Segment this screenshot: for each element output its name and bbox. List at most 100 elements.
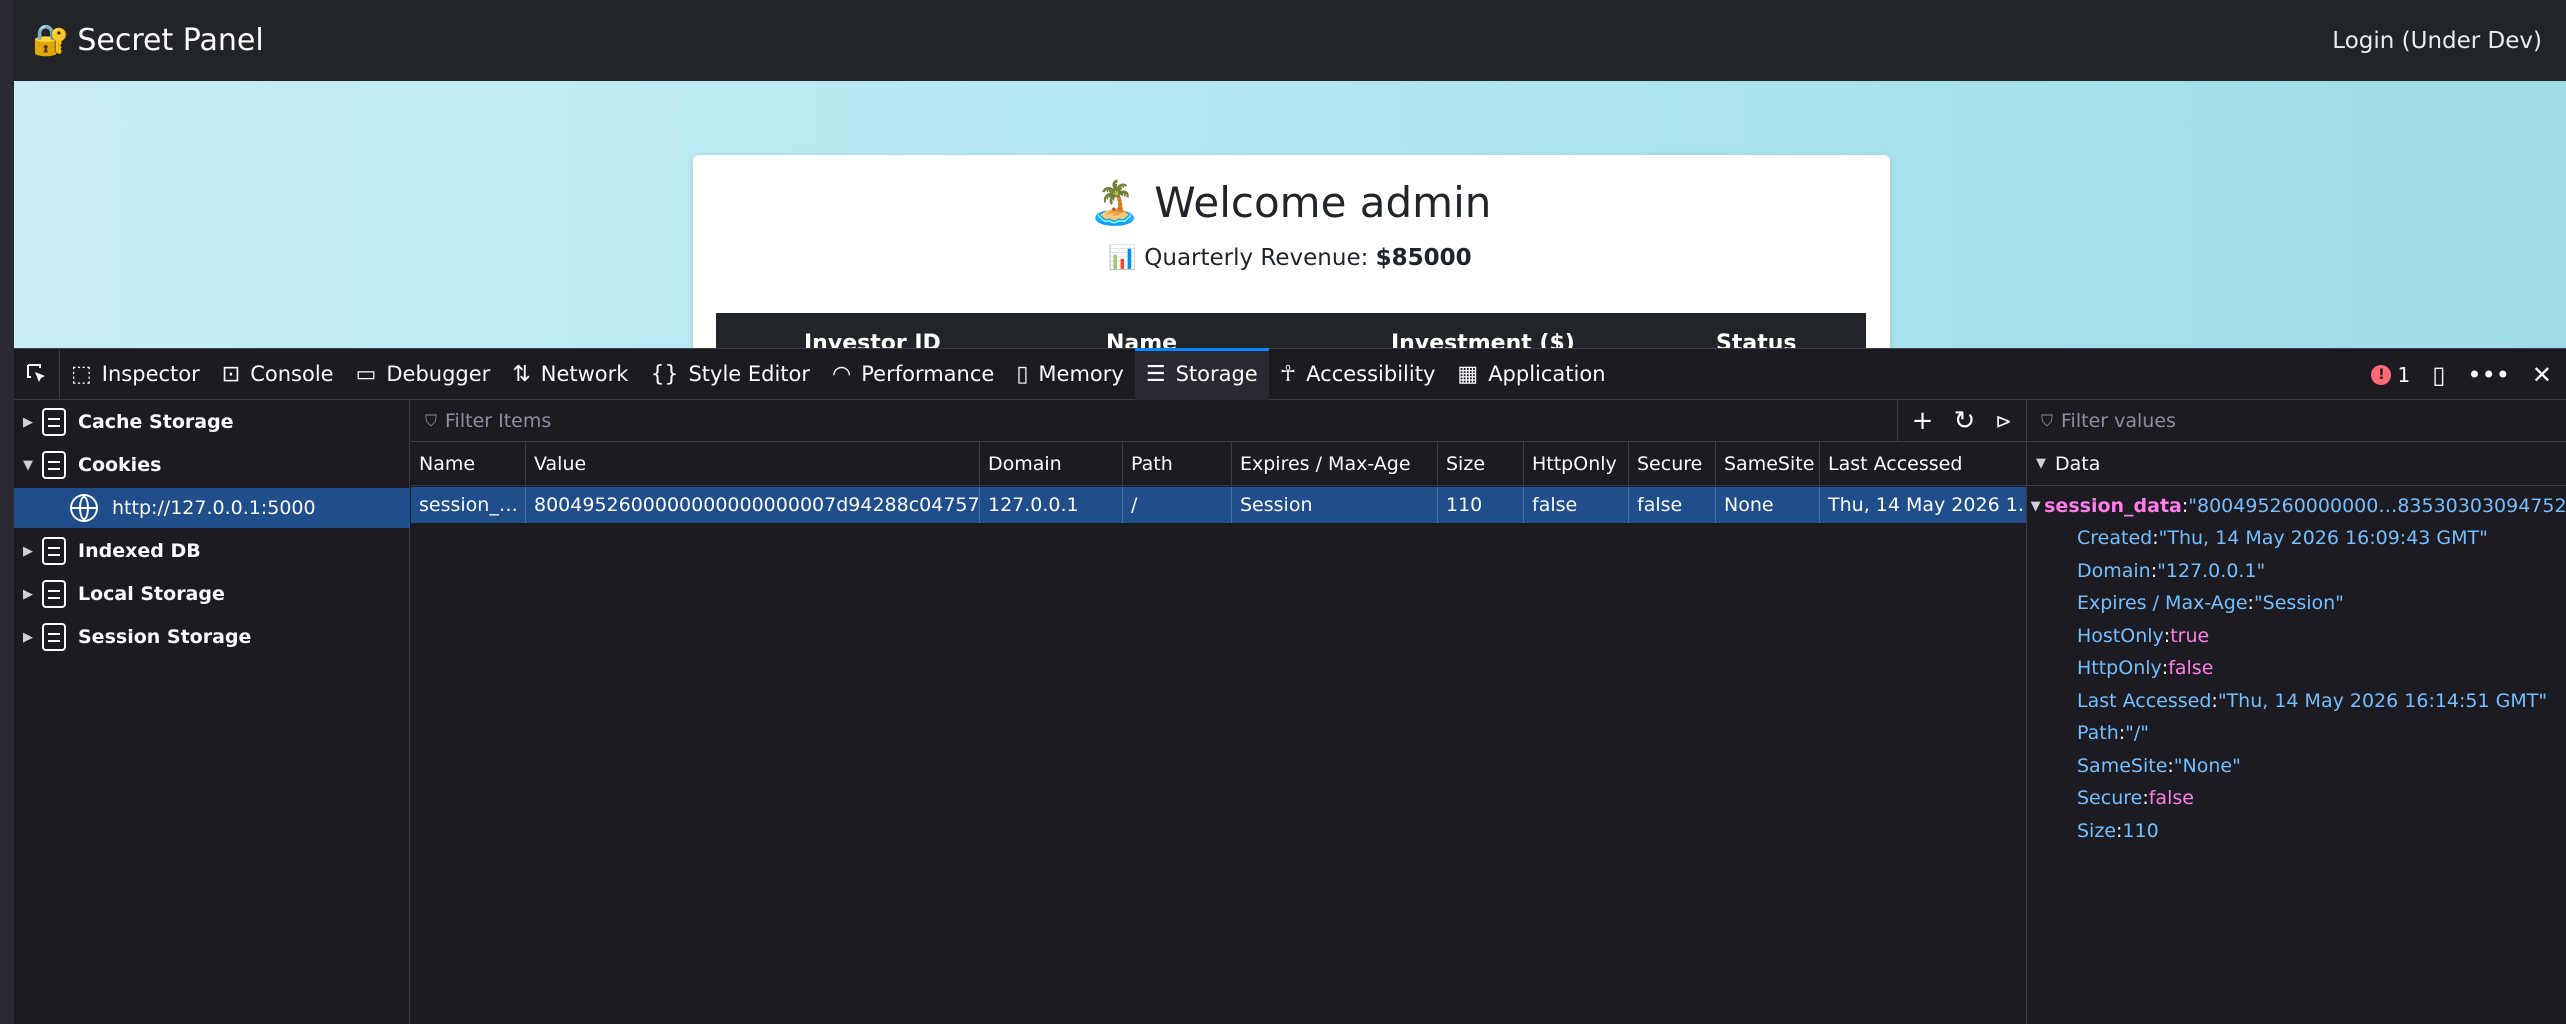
- collapse-arrow-icon[interactable]: ▼: [2027, 456, 2055, 471]
- property-value: "None": [2173, 754, 2241, 777]
- tab-storage[interactable]: ☰ Storage: [1134, 348, 1269, 400]
- data-property-row[interactable]: Path: "/": [2027, 717, 2566, 749]
- property-key: Expires / Max-Age: [2077, 592, 2248, 614]
- data-property-row[interactable]: Secure: false: [2027, 782, 2566, 814]
- property-key: Last Accessed: [2077, 689, 2212, 712]
- sidebar-item-session-storage[interactable]: ▶ Session Storage: [14, 617, 410, 657]
- filter-values-input[interactable]: Filter values: [2061, 410, 2176, 432]
- welcome-heading: 🏝️ Welcome admin: [1088, 178, 1492, 227]
- refresh-icon[interactable]: ↻: [1953, 406, 1975, 436]
- quarterly-revenue: 📊 Quarterly Revenue: $85000: [14, 244, 2566, 271]
- sidebar-item-cookies[interactable]: ▼ Cookies: [14, 445, 410, 485]
- brand[interactable]: 🔐 Secret Panel: [32, 23, 264, 58]
- data-property-row[interactable]: Domain: "127.0.0.1": [2027, 555, 2566, 587]
- property-value: "Session": [2253, 592, 2344, 614]
- data-property-row[interactable]: HostOnly: true: [2027, 620, 2566, 652]
- investor-table-header: Investor ID Name Investment ($) Status: [716, 313, 1866, 348]
- cell-value[interactable]: 8004952600000000000000007d94288c047573…: [526, 487, 980, 523]
- tab-accessibility[interactable]: ☥ Accessibility: [1269, 348, 1447, 400]
- cell-path[interactable]: /: [1123, 487, 1232, 523]
- revenue-value: $85000: [1375, 245, 1472, 271]
- col-status: Status: [1716, 331, 1797, 348]
- dock-side-icon[interactable]: ▯: [2432, 361, 2445, 389]
- sidebar-item-indexed-db[interactable]: ▶ Indexed DB: [14, 531, 410, 571]
- cell-last-accessed[interactable]: Thu, 14 May 2026 1…: [1820, 487, 2026, 523]
- property-value: false: [2148, 787, 2194, 809]
- tab-application[interactable]: ▦ Application: [1446, 348, 1616, 400]
- tab-performance[interactable]: ◠ Performance: [821, 348, 1005, 400]
- property-key: Created: [2077, 527, 2153, 549]
- data-property-row[interactable]: Created: "Thu, 14 May 2026 16:09:43 GMT": [2027, 522, 2566, 554]
- login-link[interactable]: Login (Under Dev): [2332, 28, 2542, 54]
- cell-httponly[interactable]: false: [1524, 487, 1629, 523]
- toggle-sidebar-icon[interactable]: ⊳: [1995, 409, 2012, 433]
- property-key: Path: [2077, 722, 2119, 744]
- devtools-panel: ⬚ Inspector ⊡ Console ▭ Debugger ⇅ Network {…: [14, 348, 2566, 1024]
- col-header-name[interactable]: Name: [411, 442, 526, 486]
- data-property-row[interactable]: HttpOnly: false: [2027, 652, 2566, 684]
- property-key: HostOnly: [2077, 624, 2164, 647]
- col-header-httponly[interactable]: HttpOnly: [1524, 442, 1629, 486]
- collapse-arrow-icon[interactable]: ▼: [2027, 499, 2044, 514]
- expand-arrow-icon[interactable]: ▶: [14, 587, 42, 602]
- sidebar-item-cache-storage[interactable]: ▶ Cache Storage: [14, 402, 410, 442]
- table-row[interactable]: session_… 8004952600000000000000007d9428…: [411, 487, 2026, 523]
- cell-secure[interactable]: false: [1629, 487, 1716, 523]
- console-icon: ⊡: [221, 361, 241, 387]
- filter-icon: ⛉: [425, 410, 438, 430]
- storage-icon: ☰: [1145, 361, 1166, 387]
- tab-memory[interactable]: ▯ Memory: [1005, 348, 1135, 400]
- filter-values-bar[interactable]: ⛉ Filter values: [2027, 400, 2566, 442]
- col-header-last-accessed[interactable]: Last Accessed: [1820, 442, 2026, 486]
- cell-expires[interactable]: Session: [1232, 487, 1438, 523]
- performance-icon: ◠: [832, 361, 852, 387]
- data-property-row[interactable]: Last Accessed: "Thu, 14 May 2026 16:14:51…: [2027, 685, 2566, 717]
- sidebar-item-cookie-host[interactable]: http://127.0.0.1:5000: [14, 488, 410, 528]
- data-property-row[interactable]: Size:110: [2027, 815, 2566, 847]
- tab-inspector[interactable]: ⬚ Inspector: [60, 348, 211, 400]
- cell-name[interactable]: session_…: [411, 487, 526, 523]
- expand-arrow-icon[interactable]: ▶: [14, 630, 42, 645]
- filter-items-bar[interactable]: ⛉ Filter Items: [411, 400, 2026, 442]
- data-property-row[interactable]: SameSite: "None": [2027, 750, 2566, 782]
- globe-icon: [70, 494, 98, 522]
- memory-icon: ▯: [1016, 361, 1029, 387]
- inspector-icon: ⬚: [71, 361, 92, 387]
- close-icon[interactable]: ✕: [2532, 361, 2552, 389]
- cell-domain[interactable]: 127.0.0.1: [980, 487, 1123, 523]
- filter-items-input[interactable]: Filter Items: [445, 410, 551, 432]
- tab-debugger[interactable]: ▭ Debugger: [345, 348, 502, 400]
- expand-arrow-icon[interactable]: ▶: [14, 415, 42, 430]
- error-count-badge[interactable]: ! 1: [2371, 363, 2410, 387]
- col-header-value[interactable]: Value: [526, 442, 980, 486]
- sidebar-item-local-storage[interactable]: ▶ Local Storage: [14, 574, 410, 614]
- add-item-icon[interactable]: +: [1912, 406, 1934, 436]
- session-data-root[interactable]: ▼ session_data: "800495260000000…83530303…: [2027, 490, 2566, 522]
- database-icon: [42, 537, 66, 565]
- cell-size[interactable]: 110: [1438, 487, 1524, 523]
- property-value: "/": [2125, 722, 2150, 744]
- more-options-icon[interactable]: •••: [2467, 361, 2509, 389]
- database-icon: [42, 408, 66, 436]
- property-key: Secure: [2077, 787, 2143, 809]
- tab-style-editor[interactable]: {} Style Editor: [639, 348, 821, 400]
- col-header-size[interactable]: Size: [1438, 442, 1524, 486]
- data-property-row[interactable]: Expires / Max-Age: "Session": [2027, 587, 2566, 619]
- tab-network[interactable]: ⇅ Network: [501, 348, 639, 400]
- property-key: Size: [2077, 819, 2117, 842]
- tab-console[interactable]: ⊡ Console: [211, 348, 345, 400]
- col-header-secure[interactable]: Secure: [1629, 442, 1716, 486]
- style-editor-icon: {}: [650, 361, 679, 387]
- expand-arrow-icon[interactable]: ▶: [14, 544, 42, 559]
- col-header-domain[interactable]: Domain: [980, 442, 1123, 486]
- col-header-samesite[interactable]: SameSite: [1716, 442, 1820, 486]
- col-header-path[interactable]: Path: [1123, 442, 1232, 486]
- col-header-expires[interactable]: Expires / Max-Age: [1232, 442, 1438, 486]
- element-picker-button[interactable]: [14, 348, 60, 400]
- network-icon: ⇅: [512, 361, 531, 387]
- data-section-header[interactable]: ▼ Data: [2027, 442, 2566, 486]
- database-icon: [42, 623, 66, 651]
- collapse-arrow-icon[interactable]: ▼: [14, 458, 42, 473]
- cell-samesite[interactable]: None: [1716, 487, 1820, 523]
- accessibility-icon: ☥: [1279, 361, 1297, 387]
